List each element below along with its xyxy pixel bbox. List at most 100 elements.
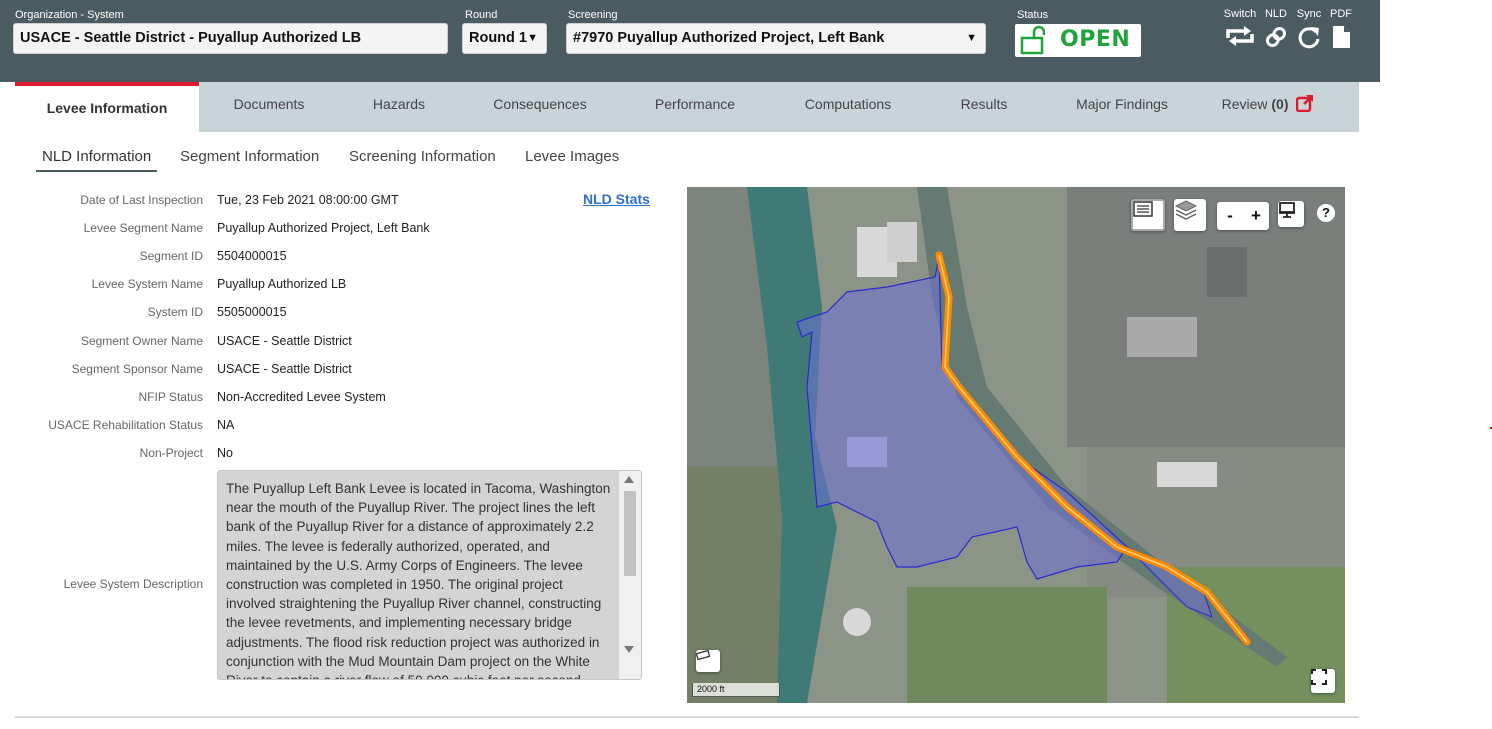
tab-review[interactable]: Review (0)	[1203, 82, 1333, 132]
field-label: Levee Segment Name	[83, 221, 203, 235]
field-value: Tue, 23 Feb 2021 08:00:00 GMT	[217, 193, 399, 207]
external-link-icon[interactable]	[1296, 94, 1314, 113]
tab-label: Major Findings	[1076, 96, 1168, 112]
pdf-label: PDF	[1330, 8, 1352, 20]
tab-label: Performance	[654, 96, 736, 112]
chevron-down-icon: ▼	[527, 32, 538, 44]
field-value: Puyallup Authorized Project, Left Bank	[217, 221, 430, 235]
pdf-icon	[1333, 26, 1350, 48]
legend-button[interactable]	[1131, 199, 1165, 231]
field-value: 5505000015	[217, 305, 287, 319]
status-label: Status	[1017, 9, 1049, 21]
org-system-field[interactable]: USACE - Seattle District - Puyallup Auth…	[13, 23, 448, 54]
main-tabs: Levee Information Documents Hazards Cons…	[15, 82, 1359, 132]
field-value: NA	[217, 418, 235, 432]
switch-button[interactable]: Switch	[1222, 8, 1258, 48]
tab-label: Documents	[233, 96, 305, 112]
levee-map[interactable]: - + ? 2000 ft	[687, 187, 1345, 703]
field-label: System ID	[147, 305, 203, 319]
subtab-segment-information[interactable]: Segment Information	[180, 148, 319, 169]
tab-results[interactable]: Results	[927, 82, 1041, 132]
subtab-screening-information[interactable]: Screening Information	[349, 148, 496, 169]
top-header: Organization - System USACE - Seattle Di…	[0, 0, 1380, 82]
scroll-up-icon[interactable]	[624, 476, 634, 483]
subtab-label: Screening Information	[349, 148, 496, 165]
status-toggle[interactable]: OPEN	[1015, 24, 1141, 57]
field-value: 5504000015	[217, 249, 287, 263]
field-label: Segment Sponsor Name	[71, 362, 203, 376]
field-value: Non-Accredited Levee System	[217, 390, 386, 404]
map-scale: 2000 ft	[692, 683, 780, 697]
description-textarea[interactable]: The Puyallup Left Bank Levee is located …	[217, 470, 642, 680]
panel-bottom-border	[15, 716, 1359, 718]
tab-label: Results	[960, 96, 1008, 112]
pdf-button[interactable]: PDF	[1328, 8, 1354, 50]
status-value: OPEN	[1060, 27, 1131, 52]
nld-button[interactable]: NLD	[1262, 8, 1290, 50]
fullscreen-button[interactable]	[1311, 669, 1335, 693]
org-system-value: USACE - Seattle District - Puyallup Auth…	[20, 30, 362, 46]
screening-value: #7970 Puyallup Authorized Project, Left …	[573, 30, 885, 46]
nld-stats-link[interactable]: NLD Stats	[583, 191, 650, 207]
subtab-label: NLD Information	[42, 148, 152, 165]
subtab-nld-information[interactable]: NLD Information	[36, 148, 158, 172]
switch-icon	[1226, 26, 1254, 46]
subtab-levee-images[interactable]: Levee Images	[525, 148, 619, 169]
nld-label: NLD	[1264, 8, 1287, 20]
field-label: Segment Owner Name	[80, 334, 203, 348]
list-icon	[1133, 201, 1153, 217]
tab-label: Hazards	[372, 96, 426, 112]
screening-select[interactable]: #7970 Puyallup Authorized Project, Left …	[566, 23, 986, 54]
field-value: Puyallup Authorized LB	[217, 277, 347, 291]
link-icon	[1265, 26, 1287, 48]
round-value: Round 1	[469, 30, 527, 46]
field-label: USACE Rehabilitation Status	[48, 418, 203, 432]
tab-computations[interactable]: Computations	[769, 82, 927, 132]
round-select[interactable]: Round 1 ▼	[462, 23, 547, 54]
field-label: NFIP Status	[138, 390, 203, 404]
tab-label: Computations	[804, 96, 892, 112]
tab-documents[interactable]: Documents	[199, 82, 339, 132]
tab-consequences[interactable]: Consequences	[459, 82, 621, 132]
sync-icon	[1298, 27, 1320, 49]
scroll-down-icon[interactable]	[624, 646, 634, 653]
description-scrollbar[interactable]	[619, 471, 641, 679]
tab-levee-information[interactable]: Levee Information	[15, 82, 199, 132]
tab-hazards[interactable]: Hazards	[339, 82, 459, 132]
print-map-button[interactable]	[1278, 201, 1304, 227]
unlock-icon	[1020, 25, 1045, 55]
org-label: Organization - System	[15, 9, 124, 21]
field-value: USACE - Seattle District	[217, 334, 352, 348]
map-imagery	[687, 187, 1345, 703]
tab-label: Consequences	[493, 96, 587, 112]
sync-button[interactable]: Sync	[1295, 8, 1323, 50]
help-icon[interactable]: ?	[1317, 204, 1335, 222]
layers-icon	[1174, 200, 1198, 220]
screening-label: Screening	[568, 9, 618, 21]
fullscreen-icon	[1311, 669, 1327, 685]
switch-label: Switch	[1223, 8, 1257, 20]
field-label: Levee System Name	[91, 277, 203, 291]
presentation-icon	[1279, 202, 1295, 218]
tab-label: Levee Information	[46, 100, 168, 116]
field-label: Date of Last Inspection	[80, 193, 203, 207]
field-value: No	[217, 446, 233, 460]
round-label: Round	[465, 9, 498, 21]
field-label: Segment ID	[139, 249, 203, 263]
tab-major-findings[interactable]: Major Findings	[1041, 82, 1203, 132]
tab-performance[interactable]: Performance	[621, 82, 769, 132]
chevron-down-icon: ▼	[966, 32, 977, 44]
description-label: Levee System Description	[63, 577, 203, 591]
zoom-out-button[interactable]: -	[1217, 202, 1243, 230]
subtab-label: Segment Information	[180, 148, 320, 165]
measure-button[interactable]	[696, 650, 720, 672]
scroll-thumb[interactable]	[624, 491, 636, 576]
sync-label: Sync	[1296, 8, 1322, 20]
review-count: (0)	[1271, 96, 1289, 112]
layers-button[interactable]	[1174, 199, 1206, 231]
field-value: USACE - Seattle District	[217, 362, 352, 376]
description-text: The Puyallup Left Bank Levee is located …	[226, 481, 611, 679]
zoom-in-button[interactable]: +	[1243, 202, 1269, 230]
field-label: Non-Project	[139, 446, 203, 460]
tab-label: Review	[1221, 96, 1268, 112]
